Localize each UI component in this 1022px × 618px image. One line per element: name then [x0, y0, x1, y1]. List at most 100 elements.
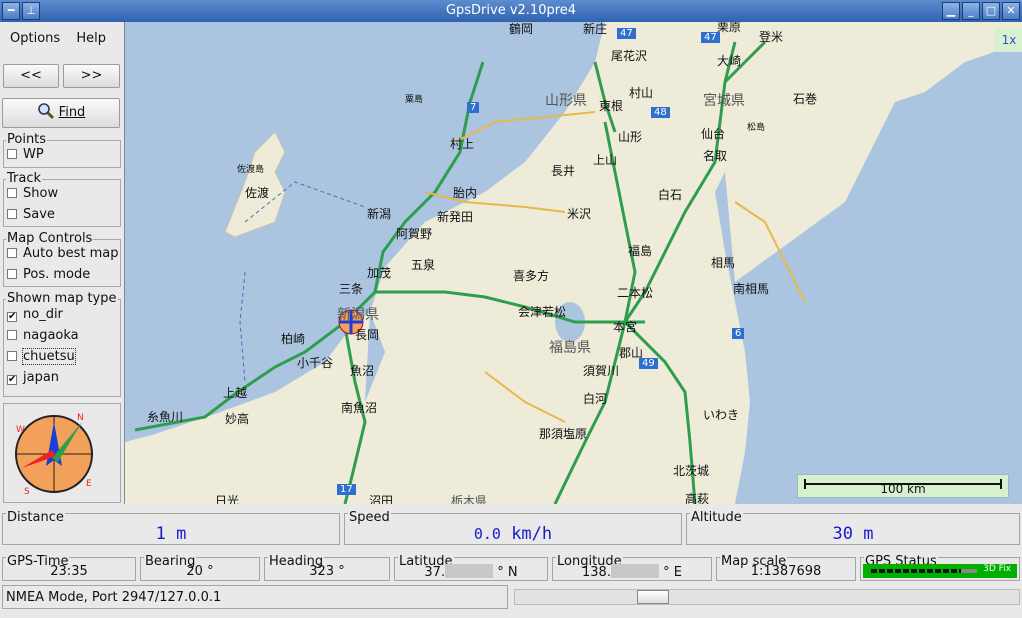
svg-text:S: S	[24, 487, 30, 497]
track-show-label: Show	[23, 186, 59, 201]
gps-time-value: 23:35	[50, 564, 88, 579]
zoom-indicator[interactable]: 1x	[995, 28, 1022, 52]
checkbox-box	[7, 188, 17, 198]
map-controls-group: Map Controls Auto best map Pos. mode	[3, 231, 121, 287]
next-button[interactable]: >>	[63, 64, 120, 88]
map-label: 那須塩原	[539, 427, 588, 441]
auto-best-map-checkbox[interactable]: Auto best map	[7, 246, 118, 264]
map-label: 糸魚川	[147, 410, 184, 424]
map-label: 白河	[583, 392, 608, 406]
pos-mode-checkbox[interactable]: Pos. mode	[7, 267, 90, 285]
scale-label: 100 km	[880, 482, 926, 496]
pos-mode-label: Pos. mode	[23, 267, 91, 282]
route-badge: 7	[467, 102, 480, 113]
map-label: 佐渡島	[237, 165, 265, 175]
map-label: 大崎	[717, 54, 742, 68]
compass-panel: W N E S	[3, 403, 121, 503]
map-label: 小千谷	[297, 356, 334, 370]
map-label: 鶴岡	[509, 22, 534, 36]
checkbox-box	[7, 351, 17, 361]
map-label: 宮城県	[703, 93, 745, 109]
map-label: 新庄	[583, 22, 608, 36]
route-badge: 47	[701, 32, 720, 43]
map-label: 阿賀野	[396, 227, 433, 241]
heading-field: Heading 323 °	[264, 555, 390, 581]
find-button[interactable]: Find	[2, 98, 120, 128]
map-label: 粟島	[405, 95, 424, 105]
maximize-button[interactable]: □	[982, 2, 1000, 20]
map-label: 仙台	[701, 127, 726, 141]
wp-label: WP	[23, 147, 44, 162]
map-label: 喜多方	[513, 269, 550, 283]
progress-track[interactable]	[514, 589, 1020, 605]
wp-checkbox[interactable]: WP	[7, 147, 44, 165]
map-label: 新発田	[437, 210, 474, 224]
map-label: 須賀川	[583, 364, 620, 378]
track-save-checkbox[interactable]: Save	[7, 207, 55, 225]
map-type-label: nagaoka	[23, 328, 79, 343]
longitude-suffix: ° E	[663, 565, 682, 580]
heading-value: 323 °	[309, 564, 345, 579]
map-view[interactable]: 山形県 宮城県 福島県 新潟県 佐渡 佐渡島 粟島 村上 胎内 新潟 新発田 阿…	[124, 22, 1022, 504]
redacted-block	[610, 564, 659, 578]
map-label: 日光	[215, 494, 240, 504]
menu-help[interactable]: Help	[76, 31, 106, 46]
checkbox-box	[7, 330, 17, 340]
menu-options[interactable]: Options	[10, 31, 60, 46]
map-label: 北茨城	[673, 464, 710, 478]
track-title: Track	[6, 171, 43, 186]
auto-best-map-label: Auto best map	[23, 246, 119, 261]
map-type-chuetsu-checkbox[interactable]: chuetsu	[7, 348, 76, 367]
map-label: 佐渡	[245, 186, 270, 200]
map-label: 福島県	[549, 340, 591, 356]
map-label: 東根	[599, 99, 624, 113]
map-label: 松島	[747, 123, 766, 133]
longitude-value: 138. ° E	[553, 564, 711, 580]
status-bar: NMEA Mode, Port 2947/127.0.0.1	[2, 585, 508, 609]
route-badge: 17	[337, 484, 356, 495]
gps-signal-segments	[871, 569, 961, 573]
svg-text:W: W	[16, 425, 25, 435]
map-type-label: no_dir	[23, 307, 63, 322]
bearing-value: 20 °	[186, 564, 214, 579]
progress-handle[interactable]	[637, 590, 669, 604]
map-label: 加茂	[367, 266, 392, 280]
map-label: 上越	[223, 386, 248, 400]
status-panel: Distance 1 m Speed 0.0 km/h Altitude 30 …	[0, 505, 1022, 618]
map-type-group: Shown map type ✔ no_dir nagaoka chuetsu ✔…	[3, 291, 121, 397]
points-group: Points WP	[3, 132, 121, 168]
minimize-button[interactable]: _	[962, 2, 980, 20]
speed-unit: km/h	[511, 524, 553, 544]
longitude-field: Longitude 138. ° E	[552, 555, 712, 581]
altitude-label: Altitude	[690, 510, 743, 525]
map-label: 相馬	[711, 256, 736, 270]
map-label: 魚沼	[350, 364, 375, 378]
prev-button[interactable]: <<	[3, 64, 59, 88]
map-label: 新潟県	[337, 307, 379, 323]
latitude-field: Latitude 37. ° N	[394, 555, 548, 581]
map-label: 栗原	[717, 22, 742, 34]
map-label: 山形県	[545, 93, 587, 109]
title-bar: ━ ⊥ GpsDrive v2.10pre4 ▁ _ □ ✕	[0, 0, 1022, 22]
distance-field: Distance 1 m	[2, 511, 340, 545]
track-save-label: Save	[23, 207, 55, 222]
checkbox-box	[7, 269, 17, 279]
track-show-checkbox[interactable]: Show	[7, 186, 58, 204]
gps-signal-bar: 3D Fix	[863, 564, 1017, 578]
speed-label: Speed	[348, 510, 391, 525]
speed-number: 0.0	[473, 525, 501, 543]
latitude-prefix: 37.	[424, 565, 446, 580]
close-button[interactable]: ✕	[1002, 2, 1020, 20]
map-type-nagaoka-checkbox[interactable]: nagaoka	[7, 328, 79, 346]
map-label: 高萩	[685, 492, 710, 504]
map-type-japan-checkbox[interactable]: ✔ japan	[7, 370, 59, 388]
map-label: 白石	[658, 188, 683, 202]
route-badge: 48	[651, 107, 670, 118]
route-badge: 6	[732, 328, 745, 339]
map-label: 山形	[618, 130, 643, 144]
map-label: 名取	[703, 149, 728, 163]
map-label: 南相馬	[733, 282, 770, 296]
shade-button[interactable]: ▁	[942, 2, 960, 20]
map-type-no-dir-checkbox[interactable]: ✔ no_dir	[7, 307, 63, 325]
map-label: 新潟	[367, 207, 392, 221]
